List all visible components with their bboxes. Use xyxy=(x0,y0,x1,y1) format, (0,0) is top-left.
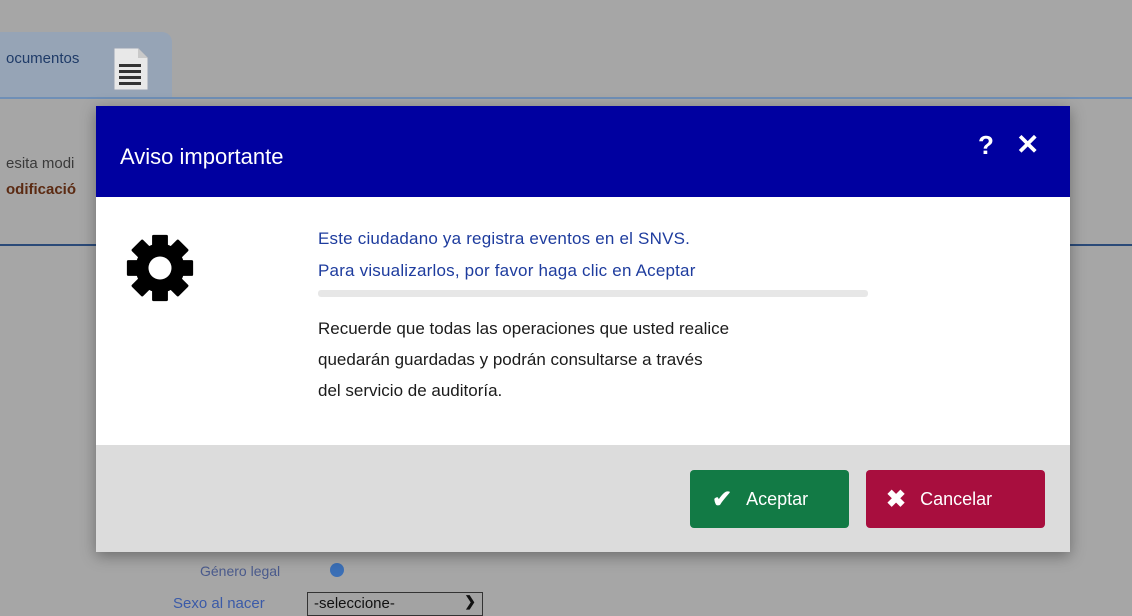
body-text-line-1: Recuerde que todas las operaciones que u… xyxy=(318,319,730,338)
documents-tab-label: ocumentos xyxy=(6,50,80,67)
info-icon[interactable] xyxy=(330,563,344,577)
gear-icon xyxy=(126,234,194,302)
close-button[interactable]: ✕ xyxy=(1016,128,1039,161)
tab-divider xyxy=(0,97,1132,99)
checkmark-icon: ✔ xyxy=(712,485,733,513)
background-text-2: odificació xyxy=(6,181,77,198)
body-text-line-3: del servicio de auditoría. xyxy=(318,381,503,400)
aviso-importante-dialog: Aviso importante ? ✕ Este ciudadano ya r… xyxy=(96,106,1070,552)
sexo-al-nacer-select[interactable]: -seleccione- ❯ xyxy=(307,592,483,616)
accept-button[interactable]: ✔ Aceptar xyxy=(690,470,849,528)
progress-bar xyxy=(318,290,868,297)
dialog-title: Aviso importante xyxy=(120,144,284,169)
message-line-1: Este ciudadano ya registra eventos en el… xyxy=(318,229,691,248)
background-text-1: esita modi xyxy=(6,155,75,172)
sexo-al-nacer-label: Sexo al nacer xyxy=(173,595,265,612)
body-text-line-2: quedarán guardadas y podrán consultarse … xyxy=(318,350,703,369)
x-icon: ✖ xyxy=(886,485,907,513)
help-button[interactable]: ? xyxy=(978,130,994,161)
genero-legal-label: Género legal xyxy=(200,563,281,579)
accept-label: Aceptar xyxy=(746,488,809,509)
sexo-select-value: -seleccione- xyxy=(314,595,395,612)
dialog-header: Aviso importante ? ✕ xyxy=(96,106,1070,197)
document-icon xyxy=(113,47,149,91)
cancel-label: Cancelar xyxy=(920,488,993,509)
dialog-footer: ✔ Aceptar ✖ Cancelar xyxy=(96,445,1070,552)
message-line-2: Para visualizarlos, por favor haga clic … xyxy=(318,261,696,280)
cancel-button[interactable]: ✖ Cancelar xyxy=(866,470,1045,528)
chevron-down-icon: ❯ xyxy=(464,593,476,609)
